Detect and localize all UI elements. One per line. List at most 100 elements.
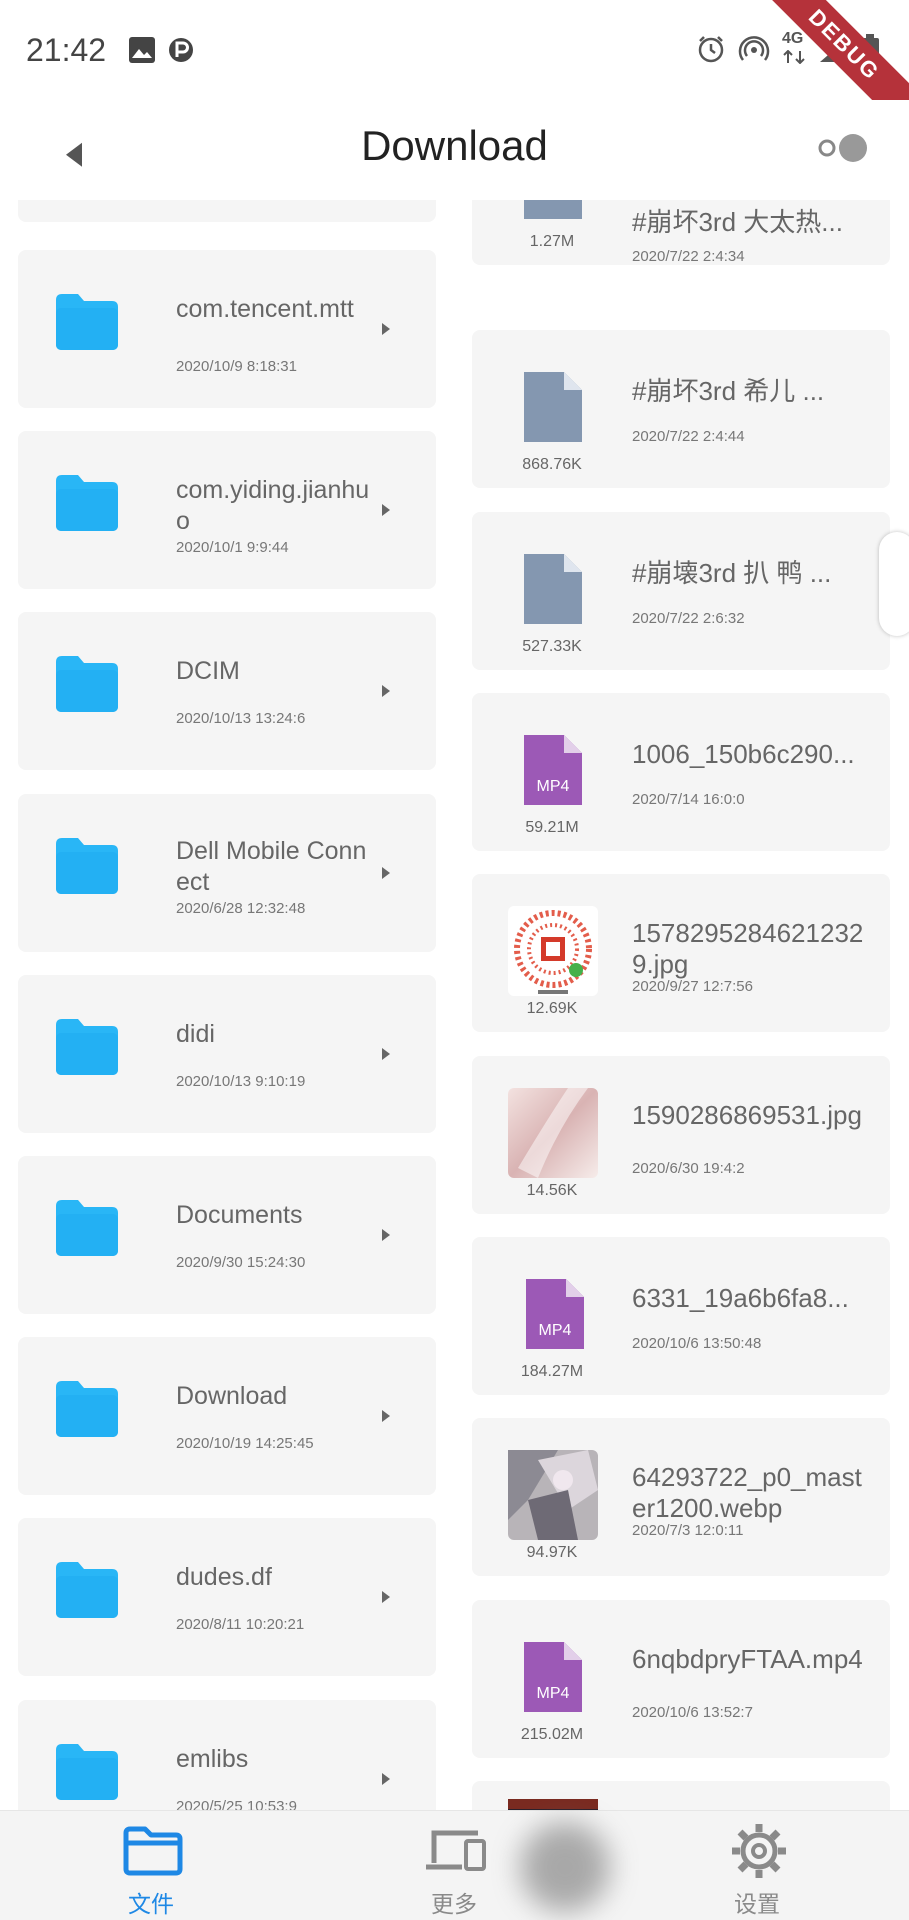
folder-icon: [56, 656, 118, 712]
caret-right-icon: [382, 1591, 390, 1603]
folder-row[interactable]: com.tencent.mtt 2020/10/9 8:18:31: [18, 250, 436, 408]
caret-right-icon: [382, 685, 390, 697]
file-date: 2020/6/30 19:4:2: [632, 1160, 745, 1177]
folder-icon: [56, 475, 118, 531]
folder-name: Dell Mobile Connect: [176, 837, 367, 896]
file-row[interactable]: 1.27M #崩坏3rd 大太热... 2020/7/22 2:4:34: [472, 200, 890, 265]
pink-image-thumbnail: [508, 1088, 598, 1178]
file-row[interactable]: MP4 215.02M 6nqbdpryFTAA.mp4 2020/10/6 1…: [472, 1600, 890, 1758]
file-size: 527.33K: [522, 638, 582, 655]
file-name: 1006_150b6c290...: [632, 739, 855, 769]
devices-icon: [426, 1830, 486, 1871]
file-date: 2020/7/3 12:0:11: [632, 1522, 744, 1539]
view-toggle-icon: [818, 139, 836, 157]
folder-row[interactable]: Documents 2020/9/30 15:24:30: [18, 1156, 436, 1314]
folder-row[interactable]: [18, 200, 436, 222]
file-date: 2020/7/14 16:0:0: [632, 791, 745, 808]
folder-row[interactable]: emlibs 2020/5/25 10:53:9: [18, 1700, 436, 1810]
caret-right-icon: [382, 1229, 390, 1241]
mp4-file-icon: MP4: [524, 735, 582, 805]
caret-right-icon: [382, 1048, 390, 1060]
file-name: #崩壊3rd 扒 鸭 ...: [632, 558, 832, 588]
dark-image-thumbnail: [508, 1799, 598, 1810]
folder-row[interactable]: Download 2020/10/19 14:25:45: [18, 1337, 436, 1495]
file-list[interactable]: 1.27M #崩坏3rd 大太热... 2020/7/22 2:4:34 868…: [455, 200, 909, 1810]
caret-right-icon: [382, 1773, 390, 1785]
file-date: 2020/10/6 13:50:48: [632, 1335, 762, 1352]
caret-right-icon: [382, 1410, 390, 1422]
file-row[interactable]: MP4 184.27M 6331_19a6b6fa8... 2020/10/6 …: [472, 1237, 890, 1395]
caret-right-icon: [382, 504, 390, 516]
file-size: 1.27M: [529, 233, 575, 250]
file-row[interactable]: 527.33K #崩壊3rd 扒 鸭 ... 2020/7/22 2:6:32: [472, 512, 890, 670]
mp4-badge: MP4: [537, 778, 570, 795]
screen: 21:42 4G DEBUG Download com.tencent.mtt …: [0, 0, 909, 1920]
hotspot-icon: [738, 36, 770, 61]
folder-icon: [56, 1200, 118, 1256]
folder-name: com.tencent.mtt: [176, 295, 354, 323]
folder-name: DCIM: [176, 657, 240, 685]
file-name: 15782952846212329.jpg: [632, 918, 864, 979]
folder-icon: [56, 1019, 118, 1075]
file-date: 2020/7/22 2:6:32: [632, 610, 745, 627]
file-name: #崩坏3rd 大太热...: [632, 207, 843, 237]
folder-icon: [123, 1826, 183, 1876]
page-title: Download: [361, 122, 548, 169]
folder-row[interactable]: dudes.df 2020/8/11 10:20:21: [18, 1518, 436, 1676]
file-date: 2020/9/27 12:7:56: [632, 978, 753, 995]
parking-p-icon: [169, 38, 193, 62]
file-date: 2020/7/22 2:4:34: [632, 248, 745, 265]
mp4-file-icon: MP4: [526, 1279, 584, 1349]
folder-icon: [56, 1744, 118, 1800]
folder-date: 2020/5/25 10:53:9: [176, 1798, 297, 1810]
file-row[interactable]: MP4 59.21M 1006_150b6c290... 2020/7/14 1…: [472, 693, 890, 851]
folder-date: 2020/8/11 10:20:21: [176, 1616, 305, 1633]
app-bar: Download: [0, 100, 909, 200]
file-size: 59.21M: [525, 819, 579, 836]
file-name: #崩坏3rd 希儿 ...: [632, 376, 825, 406]
bottom-nav: 文件 更多 设置: [0, 1810, 909, 1920]
scroll-handle[interactable]: [879, 532, 909, 636]
file-size: 14.56K: [526, 1182, 578, 1199]
image-icon: [129, 37, 155, 63]
4g-signal-icon: 4G: [780, 30, 810, 66]
folder-name: Download: [176, 1382, 288, 1410]
file-row[interactable]: 12.69K 15782952846212329.jpg 2020/9/27 1…: [472, 874, 890, 1032]
folder-icon: [56, 838, 118, 894]
folder-name: Documents: [176, 1201, 303, 1229]
view-toggle-button[interactable]: [813, 128, 873, 168]
folder-list[interactable]: com.tencent.mtt 2020/10/9 8:18:31 com.yi…: [0, 200, 455, 1810]
nav-item-files[interactable]: 文件: [51, 1811, 251, 1920]
nav-label: 更多: [431, 1891, 477, 1917]
status-time: 21:42: [26, 32, 107, 68]
file-name: 1590286869531.jpg: [632, 1100, 862, 1130]
folder-row[interactable]: Dell Mobile Connect 2020/6/28 12:32:48: [18, 794, 436, 952]
nav-item-settings[interactable]: 设置: [657, 1811, 857, 1920]
nav-label: 设置: [734, 1891, 780, 1917]
folder-date: 2020/9/30 15:24:30: [176, 1254, 306, 1271]
folder-name: didi: [176, 1020, 215, 1048]
folder-row[interactable]: DCIM 2020/10/13 13:24:6: [18, 612, 436, 770]
folder-row[interactable]: com.yiding.jianhuo 2020/10/1 9:9:44: [18, 431, 436, 589]
gear-icon: [732, 1824, 786, 1878]
file-size: 868.76K: [522, 456, 582, 473]
status-bar: 21:42 4G DEBUG: [0, 0, 909, 147]
folder-date: 2020/10/13 9:10:19: [176, 1073, 306, 1090]
file-size: 215.02M: [520, 1726, 584, 1743]
file-row[interactable]: 868.76K #崩坏3rd 希儿 ... 2020/7/22 2:4:44: [472, 330, 890, 488]
nav-label: 文件: [128, 1891, 174, 1917]
mp4-file-icon: MP4: [524, 1642, 582, 1712]
file-icon: [524, 372, 582, 442]
file-icon: [524, 554, 582, 624]
folder-date: 2020/10/13 13:24:6: [176, 710, 306, 727]
folder-row[interactable]: didi 2020/10/13 9:10:19: [18, 975, 436, 1133]
folder-name: dudes.df: [176, 1563, 272, 1591]
artwork-image-thumbnail: [508, 1450, 598, 1540]
file-row[interactable]: [472, 1781, 890, 1810]
file-row[interactable]: 14.56K 1590286869531.jpg 2020/6/30 19:4:…: [472, 1056, 890, 1214]
file-icon: [524, 200, 582, 219]
folder-icon: [56, 1381, 118, 1437]
file-date: 2020/7/22 2:4:44: [632, 428, 745, 445]
data-arrows-icon: [783, 50, 805, 64]
file-row[interactable]: 94.97K 64293722_p0_master1200.webp 2020/…: [472, 1418, 890, 1576]
